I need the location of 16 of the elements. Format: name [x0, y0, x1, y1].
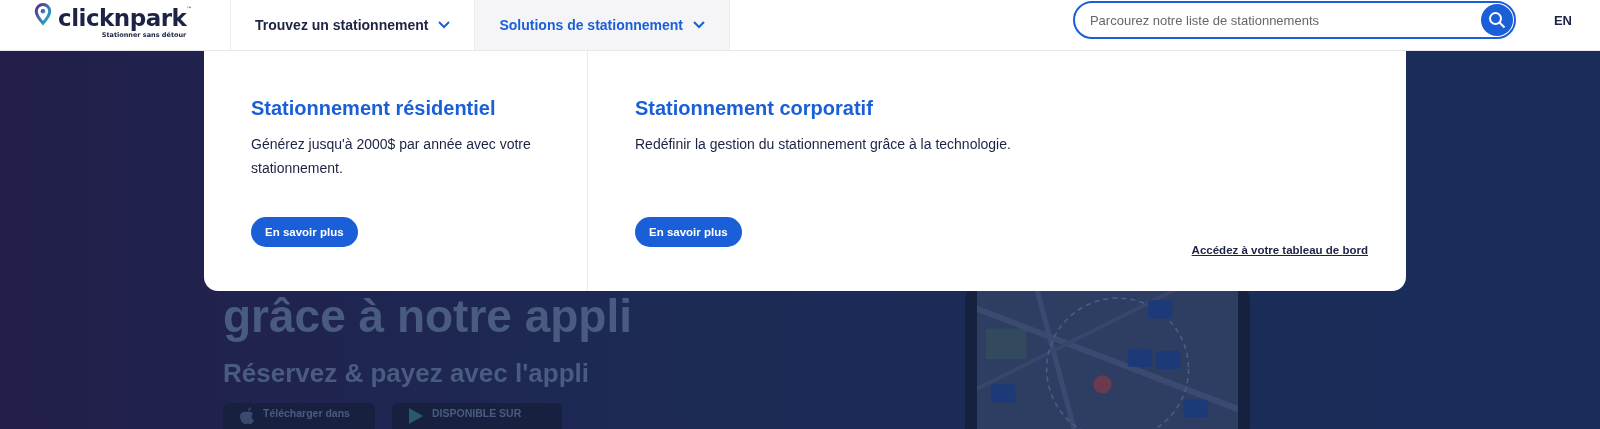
search-field[interactable]: Parcourez notre liste de stationnements: [1072, 1, 1516, 39]
learn-more-button[interactable]: En savoir plus: [635, 217, 742, 247]
solution-description: Redéfinir la gestion du stationnement grâce à la technologie.: [635, 135, 1011, 154]
search-icon: [1487, 11, 1506, 29]
play-icon: [408, 407, 424, 425]
logo-wordmark[interactable]: clicknpark: [58, 5, 187, 31]
dashboard-link[interactable]: Accédez à votre tableau de bord: [1191, 244, 1368, 256]
chevron-down-icon: [693, 21, 706, 29]
solution-description: Générez jusqu'à 2000$ par année avec votre stationnement.: [251, 135, 532, 178]
chevron-down-icon: [438, 21, 451, 29]
solution-title: Stationnement résidentiel: [251, 97, 496, 120]
nav-menu-item[interactable]: Solutions de stationnement: [474, 0, 731, 50]
solution-title: Stationnement corporatif: [635, 97, 873, 120]
language-toggle[interactable]: EN: [1553, 12, 1572, 28]
learn-more-button[interactable]: En savoir plus: [251, 217, 358, 247]
apple-icon: [239, 407, 255, 425]
